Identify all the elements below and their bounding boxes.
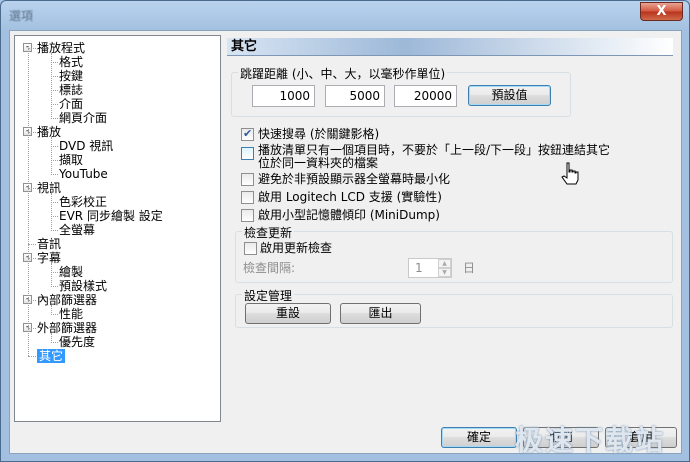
check-interval-label: 檢查間隔: bbox=[243, 261, 296, 275]
tree-branch-line bbox=[51, 137, 52, 175]
tree-item[interactable]: 播放程式 bbox=[37, 41, 85, 55]
title-bar: 選項 X bbox=[1, 1, 689, 29]
tree-root-line bbox=[28, 48, 29, 356]
export-button[interactable]: 匯出 bbox=[340, 303, 421, 324]
tree-item[interactable]: 預設樣式 bbox=[59, 279, 107, 293]
tree-item[interactable]: 標誌 bbox=[59, 83, 83, 97]
tree-branch-line bbox=[51, 193, 52, 231]
jump-default-button[interactable]: 預設值 bbox=[468, 85, 551, 106]
logitech-lcd-checkbox[interactable] bbox=[241, 191, 254, 204]
tree-item[interactable]: 播放 bbox=[37, 125, 61, 139]
ok-button[interactable]: 確定 bbox=[441, 427, 517, 448]
tree-item[interactable]: 擷取 bbox=[59, 153, 83, 167]
tree-branch-line bbox=[51, 53, 52, 119]
tree-item[interactable]: DVD 視訊 bbox=[59, 139, 113, 153]
tree-item[interactable]: EVR 同步繪製 設定 bbox=[59, 209, 163, 223]
tree-item[interactable]: 視訊 bbox=[37, 181, 61, 195]
enable-update-check-checkbox[interactable] bbox=[244, 242, 257, 255]
fast-seek-label: 快速搜尋 (於關鍵影格) bbox=[258, 127, 380, 141]
jump-small-field[interactable]: 1000 bbox=[252, 85, 315, 107]
tree-item[interactable]: YouTube bbox=[59, 167, 108, 181]
tree-connector bbox=[51, 202, 58, 203]
tree-connector bbox=[28, 300, 36, 301]
tree-item[interactable]: 介面 bbox=[59, 97, 83, 111]
tree-connector bbox=[51, 216, 58, 217]
minidump-label: 啟用小型記憶體傾印 (MiniDump) bbox=[258, 208, 440, 222]
playlist-single-item-label: 播放清單只有一個項目時，不要於「上一段/下一段」按鈕連結其它 bbox=[258, 143, 611, 157]
minidump-checkbox[interactable] bbox=[241, 209, 254, 222]
tree-item[interactable]: 網頁介面 bbox=[59, 111, 107, 125]
tree-item[interactable]: 色彩校正 bbox=[59, 195, 107, 209]
jump-large-field[interactable]: 20000 bbox=[394, 85, 457, 107]
tree-item[interactable]: 按鍵 bbox=[59, 69, 83, 83]
spin-up-icon[interactable]: ▲ bbox=[438, 259, 451, 268]
enable-update-check-label: 啟用更新檢查 bbox=[260, 241, 333, 255]
logitech-lcd-label: 啟用 Logitech LCD 支援 (實驗性) bbox=[258, 190, 442, 204]
check-interval-value: 1 bbox=[415, 261, 423, 275]
tree-connector bbox=[51, 118, 58, 119]
tree-connector bbox=[51, 342, 58, 343]
prevent-minimize-checkbox[interactable] bbox=[241, 173, 254, 186]
tree-item[interactable]: 繪製 bbox=[59, 265, 83, 279]
tree-connector bbox=[51, 314, 58, 315]
hand-cursor-icon bbox=[561, 162, 579, 185]
tree-connector bbox=[51, 76, 58, 77]
reset-button[interactable]: 重設 bbox=[245, 303, 331, 324]
check-interval-spinner[interactable]: 1 ▲ ▼ bbox=[408, 258, 452, 278]
update-check-group: 檢查更新 bbox=[235, 224, 673, 283]
tree-connector bbox=[51, 160, 58, 161]
tree-item[interactable]: 音訊 bbox=[37, 237, 61, 251]
tree-item[interactable]: 其它 bbox=[37, 349, 66, 363]
tree-item[interactable]: 外部篩選器 bbox=[37, 321, 97, 335]
tree-connector bbox=[28, 328, 36, 329]
window-title: 選項 bbox=[9, 9, 34, 23]
tree-connector bbox=[28, 244, 36, 245]
update-check-group-label: 檢查更新 bbox=[242, 224, 295, 241]
tree-branch-line bbox=[51, 333, 52, 343]
tree-connector bbox=[51, 286, 58, 287]
tree-connector bbox=[51, 230, 58, 231]
check-interval-unit: 日 bbox=[463, 261, 476, 275]
spin-down-icon[interactable]: ▼ bbox=[438, 268, 451, 277]
tree-connector bbox=[51, 174, 58, 175]
tree-connector bbox=[28, 258, 36, 259]
tree-connector bbox=[51, 146, 58, 147]
dialog-client: 播放程式 - 格式 按鍵 標誌 介面 網頁介面 播放 - DVD 視訊 擷取 YouTube 視訊 - 色彩… bbox=[9, 30, 682, 454]
tree-connector bbox=[51, 62, 58, 63]
tree-connector bbox=[28, 188, 36, 189]
tree-connector bbox=[28, 356, 36, 357]
tree-item[interactable]: 性能 bbox=[59, 307, 83, 321]
tree-connector bbox=[51, 104, 58, 105]
settings-tree[interactable]: 播放程式 - 格式 按鍵 標誌 介面 網頁介面 播放 - DVD 視訊 擷取 YouTube 視訊 - 色彩… bbox=[14, 35, 221, 422]
playlist-single-item-checkbox[interactable] bbox=[241, 147, 254, 160]
tree-item[interactable]: 字幕 bbox=[37, 251, 61, 265]
page-title: 其它 bbox=[231, 39, 258, 54]
settings-management-label: 設定管理 bbox=[242, 287, 295, 304]
jump-distance-label: 跳躍距離 (小、中、大，以毫秒作單位) bbox=[238, 65, 448, 82]
tree-connector bbox=[28, 48, 36, 49]
fast-seek-checkbox[interactable] bbox=[241, 127, 254, 141]
close-button[interactable]: X bbox=[640, 2, 683, 21]
tree-connector bbox=[51, 272, 58, 273]
panel-header: 其它 bbox=[227, 38, 673, 56]
options-window: 選項 X 播放程式 - 格式 按鍵 標誌 介面 網頁介面 播放 - DVD 視訊 擷取 YouTube… bbox=[0, 0, 690, 462]
settings-panel: 其它 跳躍距離 (小、中、大，以毫秒作單位) 1000 5000 20000 預… bbox=[227, 35, 679, 425]
tree-item[interactable]: 優先度 bbox=[59, 335, 95, 349]
playlist-single-item-label-line2: 位於同一資料夾的檔案 bbox=[258, 156, 379, 170]
tree-connector bbox=[28, 132, 36, 133]
tree-item[interactable]: 內部篩選器 bbox=[37, 293, 97, 307]
watermark: 极速下载站 bbox=[515, 424, 666, 457]
jump-medium-field[interactable]: 5000 bbox=[325, 85, 385, 107]
tree-branch-line bbox=[51, 263, 52, 287]
tree-item[interactable]: 全螢幕 bbox=[59, 223, 95, 237]
tree-branch-line bbox=[51, 305, 52, 315]
prevent-minimize-label: 避免於非預設顯示器全螢幕時最小化 bbox=[258, 172, 451, 186]
tree-connector bbox=[51, 90, 58, 91]
tree-item[interactable]: 格式 bbox=[59, 55, 83, 69]
